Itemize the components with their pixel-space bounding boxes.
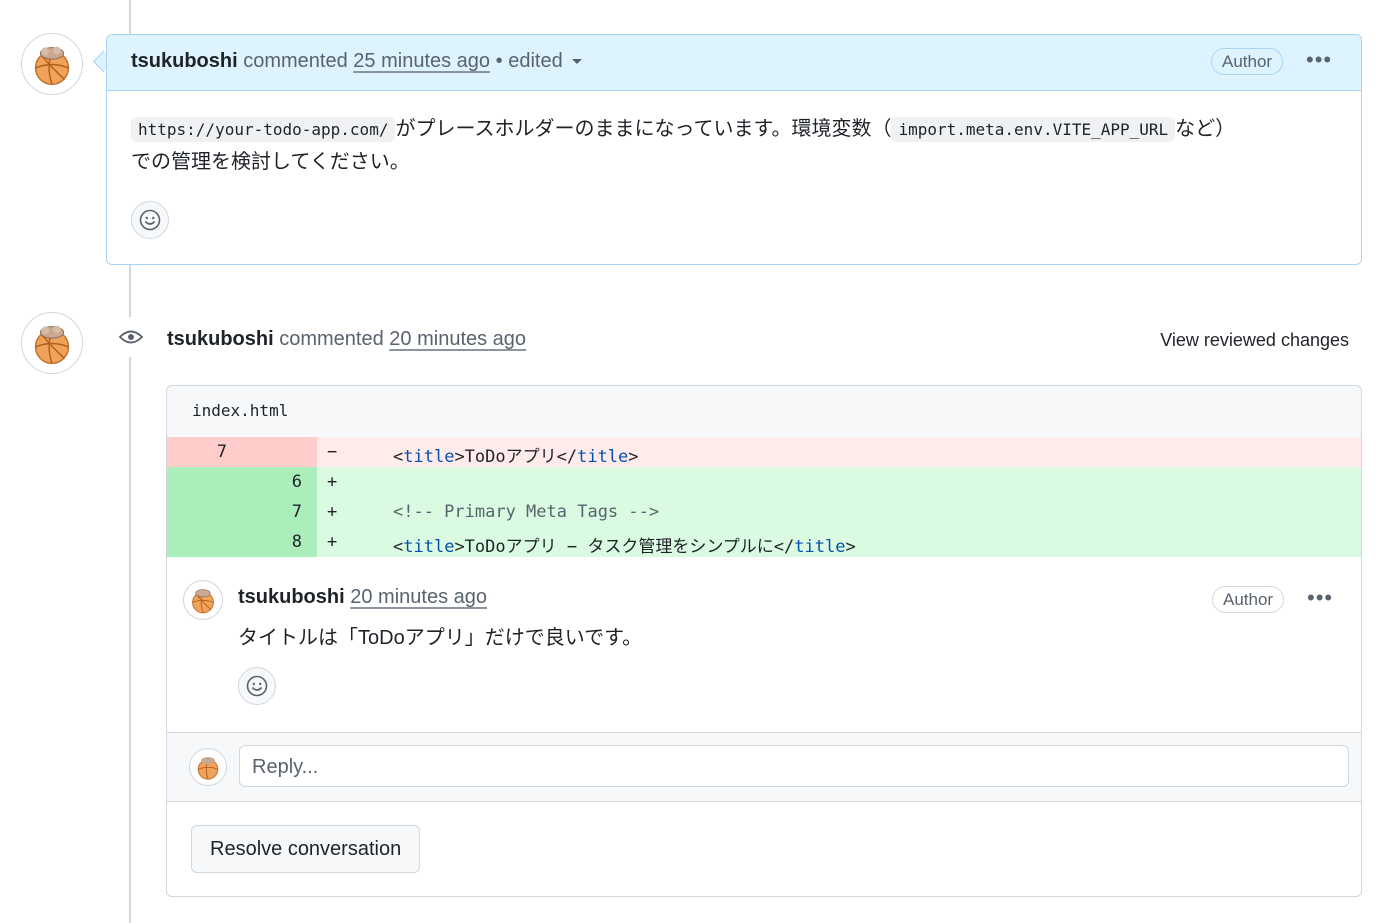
diff-file-header: index.html: [167, 386, 1361, 437]
diff-code: <!-- Primary Meta Tags -->: [393, 502, 660, 522]
resolve-conversation-button[interactable]: Resolve conversation: [191, 825, 421, 873]
avatar: [189, 748, 227, 786]
basketball-avatar-icon: [34, 325, 70, 365]
thread-comment-body: タイトルは「ToDoアプリ」だけで良いです。: [238, 627, 643, 649]
comment-timestamp[interactable]: 25 minutes ago: [353, 50, 490, 72]
diff-sign: −: [327, 442, 338, 462]
author-badge: Author: [1211, 48, 1284, 75]
review-timestamp[interactable]: 20 minutes ago: [389, 328, 526, 350]
smiley-icon: [246, 675, 268, 697]
review-author[interactable]: tsukuboshi: [167, 328, 274, 350]
old-line-number: 7: [216, 442, 227, 462]
review-action: commented: [279, 328, 384, 350]
thread-comment-meta: tsukuboshi 20 minutes ago: [238, 586, 487, 609]
basketball-avatar-icon: [34, 46, 70, 86]
smiley-icon: [139, 209, 161, 231]
author-badge: Author: [1212, 586, 1285, 613]
diff-line-deleted[interactable]: 7 − <title>ToDoアプリ</title>: [167, 437, 1361, 467]
view-reviewed-changes-link[interactable]: View reviewed changes: [1160, 330, 1349, 351]
review-thread: index.html 7− <title>ToDoアプリ</title> 6 +7 + <…: [166, 385, 1362, 897]
diff-code: <title>ToDoアプリ − タスク管理をシンプルに</title>: [393, 537, 856, 557]
inline-code: import.meta.env.VITE_APP_URL: [891, 117, 1176, 142]
comment-action: commented: [243, 50, 348, 72]
edited-label[interactable]: edited: [508, 50, 563, 72]
inline-code: https://your-todo-app.com/: [131, 117, 396, 142]
avatar[interactable]: [183, 580, 223, 620]
diff-line-added[interactable]: 8 + <title>ToDoアプリ − タスク管理をシンプルに</title>: [167, 527, 1361, 557]
avatar[interactable]: [21, 33, 83, 95]
comment-text: がプレースホルダーのままになっています。環境変数（: [395, 118, 892, 140]
line-number-gutter: 6: [167, 467, 317, 497]
reply-area: Reply...: [167, 732, 1361, 802]
thread-author[interactable]: tsukuboshi: [238, 586, 345, 608]
diff-code: <title>ToDoアプリ</title>: [393, 447, 639, 467]
eye-icon: [111, 317, 151, 357]
diff-sign: +: [327, 502, 338, 522]
chevron-down-icon[interactable]: [572, 59, 583, 65]
new-line-number: 7: [291, 502, 302, 522]
reply-input[interactable]: Reply...: [239, 745, 1349, 787]
line-number-gutter: 7: [167, 497, 317, 527]
diff-sign: +: [327, 532, 338, 552]
separator: •: [495, 50, 503, 72]
file-name[interactable]: index.html: [192, 401, 288, 420]
line-number-gutter: 7: [167, 437, 317, 467]
avatar[interactable]: [21, 312, 83, 374]
diff-line-added[interactable]: 6 +: [167, 467, 1361, 497]
comment-text: など）: [1175, 118, 1236, 140]
new-line-number: 8: [291, 532, 302, 552]
line-number-gutter: 8: [167, 527, 317, 557]
diff-sign: +: [327, 472, 338, 492]
more-options-icon[interactable]: •••: [1307, 587, 1333, 609]
diff-line-added[interactable]: 7 + <!-- Primary Meta Tags -->: [167, 497, 1361, 527]
add-reaction-button[interactable]: [238, 667, 276, 705]
comment-author[interactable]: tsukuboshi: [131, 50, 238, 72]
basketball-avatar-icon: [192, 589, 214, 614]
thread-timestamp[interactable]: 20 minutes ago: [350, 586, 487, 608]
comment-body: https://your-todo-app.com/がプレースホルダーのままにな…: [131, 113, 1331, 178]
comment-meta: tsukuboshi commented 25 minutes ago • ed…: [131, 50, 583, 73]
new-line-number: 6: [291, 472, 302, 492]
add-reaction-button[interactable]: [131, 201, 169, 239]
review-meta: tsukuboshi commented 20 minutes ago: [167, 328, 526, 351]
more-options-icon[interactable]: •••: [1306, 49, 1332, 71]
comment-text: での管理を検討してください。: [131, 151, 410, 173]
basketball-avatar-icon: [197, 757, 219, 780]
